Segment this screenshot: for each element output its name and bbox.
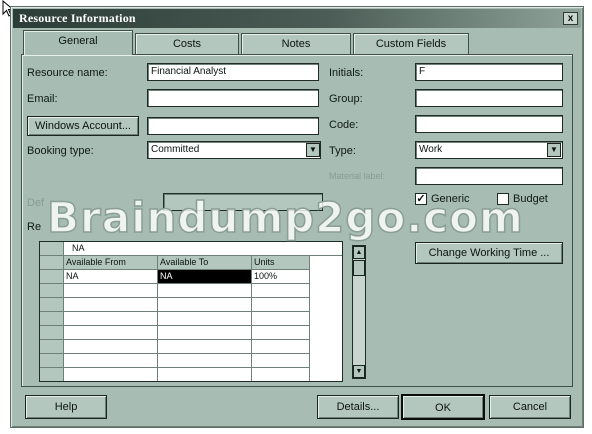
type-value: Work (419, 144, 443, 155)
scroll-thumb[interactable] (353, 260, 365, 276)
details-button[interactable]: Details... (317, 395, 399, 419)
windows-account-button-label: Windows Account... (35, 120, 131, 132)
row-header[interactable] (40, 298, 64, 312)
resource-information-dialog: Resource Information x General Costs Not… (10, 6, 584, 428)
table-cell[interactable] (64, 284, 158, 298)
table-cell[interactable] (158, 298, 252, 312)
table-cell[interactable] (158, 284, 252, 298)
table-cell[interactable] (252, 298, 310, 312)
table-cell[interactable] (158, 354, 252, 368)
group-label: Group: (329, 93, 363, 105)
cell-available-to-selected[interactable]: NA (158, 270, 252, 284)
close-icon: x (567, 13, 574, 24)
row-header[interactable] (40, 270, 64, 284)
table-cell[interactable] (252, 284, 310, 298)
table-cell[interactable] (158, 312, 252, 326)
ok-button[interactable]: OK (401, 394, 485, 420)
grid-corner (40, 242, 64, 256)
initials-field[interactable]: F (415, 63, 563, 81)
ok-button-label: OK (435, 402, 451, 414)
table-cell[interactable] (64, 298, 158, 312)
resource-availability-grid[interactable]: NA Available From Available To Units NA … (39, 241, 343, 382)
table-cell[interactable] (64, 368, 158, 381)
windows-account-button[interactable]: Windows Account... (27, 116, 139, 136)
table-cell[interactable] (64, 326, 158, 340)
table-cell[interactable] (252, 340, 310, 354)
booking-type-dropdown-arrow[interactable]: ▼ (306, 143, 320, 157)
code-field[interactable] (415, 115, 563, 133)
table-cell[interactable] (64, 340, 158, 354)
chevron-down-icon: ▼ (309, 145, 317, 154)
title-bar[interactable]: Resource Information x (13, 9, 581, 28)
tab-costs-label: Costs (172, 38, 202, 50)
tab-custom-fields-label: Custom Fields (375, 38, 447, 50)
help-button-label: Help (54, 401, 78, 413)
grid-header-gutter (40, 256, 64, 270)
resource-name-field[interactable]: Financial Analyst (147, 63, 319, 81)
table-cell[interactable] (158, 326, 252, 340)
column-header-units[interactable]: Units (252, 256, 310, 270)
tab-general[interactable]: General (23, 30, 133, 55)
default-assignment-label: Def (27, 197, 45, 209)
row-header[interactable] (40, 354, 64, 368)
material-label-field[interactable] (415, 167, 563, 185)
change-working-time-button-label: Change Working Time ... (428, 247, 550, 259)
material-label: Material label: (329, 171, 386, 181)
email-label: Email: (27, 93, 58, 105)
initials-label: Initials: (329, 67, 364, 79)
dialog-title: Resource Information (19, 11, 136, 25)
table-cell[interactable] (158, 368, 252, 381)
email-field[interactable] (147, 89, 319, 107)
chevron-down-icon: ▼ (355, 368, 363, 375)
row-header[interactable] (40, 312, 64, 326)
table-cell[interactable] (252, 312, 310, 326)
column-header-available-from[interactable]: Available From (64, 256, 158, 270)
help-button[interactable]: Help (25, 395, 107, 419)
close-button[interactable]: x (563, 12, 578, 25)
type-dropdown-arrow[interactable]: ▼ (547, 143, 561, 157)
chevron-down-icon: ▼ (550, 145, 558, 154)
type-label: Type: (329, 145, 356, 157)
resource-availability-label: Re (27, 221, 42, 233)
tab-notes[interactable]: Notes (241, 33, 351, 55)
windows-account-field[interactable] (147, 117, 319, 135)
table-cell[interactable] (158, 340, 252, 354)
chevron-up-icon: ▲ (355, 249, 363, 256)
table-cell[interactable] (64, 312, 158, 326)
tab-general-label: General (58, 35, 98, 47)
tab-custom-fields[interactable]: Custom Fields (353, 33, 469, 55)
group-field[interactable] (415, 89, 563, 107)
booking-type-label: Booking type: (27, 145, 94, 157)
code-label: Code: (329, 119, 359, 131)
column-header-available-to[interactable]: Available To (158, 256, 252, 270)
scroll-up-button[interactable]: ▲ (353, 246, 365, 259)
row-header[interactable] (40, 340, 64, 354)
tab-costs[interactable]: Costs (135, 33, 239, 55)
scroll-down-button[interactable]: ▼ (353, 365, 365, 378)
table-cell[interactable] (64, 354, 158, 368)
row-header[interactable] (40, 368, 64, 381)
details-button-label: Details... (336, 401, 380, 413)
change-working-time-button[interactable]: Change Working Time ... (415, 242, 563, 264)
watermark-text: Braindump2go.com (46, 192, 524, 243)
resource-name-label: Resource name: (27, 67, 108, 79)
grid-edit-bar[interactable]: NA (64, 242, 342, 256)
table-cell[interactable] (252, 354, 310, 368)
type-select[interactable]: Work (415, 141, 563, 159)
row-header[interactable] (40, 284, 64, 298)
cancel-button[interactable]: Cancel (489, 395, 571, 419)
tab-notes-label: Notes (281, 38, 311, 50)
row-header[interactable] (40, 326, 64, 340)
cell-available-from[interactable]: NA (64, 270, 158, 284)
booking-type-value: Committed (151, 144, 200, 155)
booking-type-select[interactable]: Committed (147, 141, 321, 159)
table-cell[interactable] (252, 326, 310, 340)
cancel-button-label: Cancel (512, 401, 548, 413)
grid-vertical-scrollbar[interactable]: ▲ ▼ (352, 245, 366, 379)
table-cell[interactable] (252, 368, 310, 381)
cell-units[interactable]: 100% (252, 270, 310, 284)
